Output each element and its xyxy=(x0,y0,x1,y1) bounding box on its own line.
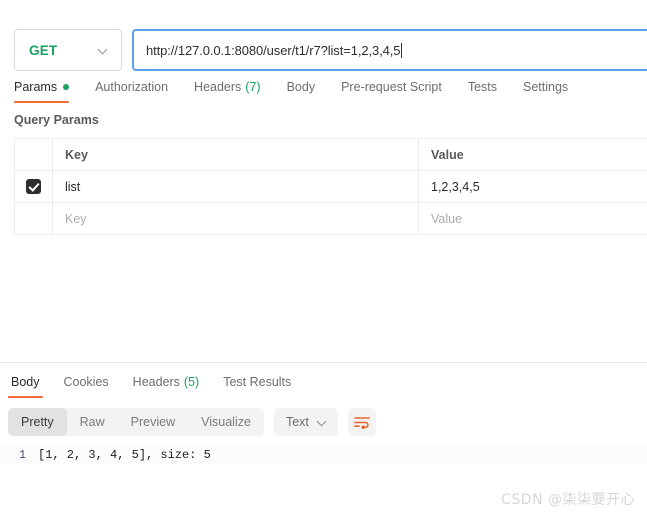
response-tab-test-results[interactable]: Test Results xyxy=(220,373,294,398)
response-tab-cookies[interactable]: Cookies xyxy=(61,373,112,398)
wrap-text-button[interactable] xyxy=(347,408,376,436)
response-format-toolbar: Pretty Raw Preview Visualize Text xyxy=(8,408,376,436)
query-params-table: Key Value list 1,2,3,4,5 Key Value xyxy=(14,138,647,235)
wrap-text-icon xyxy=(354,417,370,429)
tab-params[interactable]: Params xyxy=(14,78,70,103)
line-number: 1 xyxy=(19,448,26,462)
tab-headers-count: (7) xyxy=(245,80,261,94)
url-input[interactable]: http://127.0.0.1:8080/user/t1/r7?list=1,… xyxy=(132,29,647,71)
response-tab-headers[interactable]: Headers (5) xyxy=(130,373,203,398)
param-key-input-empty[interactable]: Key xyxy=(52,202,419,235)
param-enabled-checkbox[interactable] xyxy=(26,179,41,194)
tab-headers-label: Headers xyxy=(194,80,242,94)
tab-authorization[interactable]: Authorization xyxy=(95,78,168,103)
request-tabs: Params Authorization Headers (7) Body Pr… xyxy=(0,78,647,108)
tab-params-label: Params xyxy=(14,80,58,94)
tab-headers[interactable]: Headers (7) xyxy=(194,78,261,103)
table-row: Key Value xyxy=(14,202,647,235)
header-cell-checkbox xyxy=(14,138,53,171)
tab-tests-label: Tests xyxy=(467,80,497,94)
view-mode-raw[interactable]: Raw xyxy=(67,408,118,436)
response-tab-body-label: Body xyxy=(11,375,40,389)
params-modified-dot-icon xyxy=(63,84,70,90)
text-caret xyxy=(401,42,403,58)
response-body-line: 1 [1, 2, 3, 4, 5], size: 5 xyxy=(0,446,647,464)
url-input-value: http://127.0.0.1:8080/user/t1/r7?list=1,… xyxy=(146,42,401,58)
tab-tests[interactable]: Tests xyxy=(468,78,497,103)
response-tab-test-results-label: Test Results xyxy=(223,375,292,389)
http-method-select[interactable]: GET xyxy=(14,29,122,71)
tab-settings-label: Settings xyxy=(523,80,569,94)
response-tab-body[interactable]: Body xyxy=(8,373,43,398)
view-mode-preview[interactable]: Preview xyxy=(118,408,188,436)
query-params-title: Query Params xyxy=(14,113,99,127)
table-row: list 1,2,3,4,5 xyxy=(14,170,647,203)
response-body-text: [1, 2, 3, 4, 5], size: 5 xyxy=(38,448,211,462)
content-type-select[interactable]: Text xyxy=(273,408,338,436)
view-mode-visualize[interactable]: Visualize xyxy=(188,408,264,436)
view-mode-pretty[interactable]: Pretty xyxy=(8,408,67,436)
param-value-input-empty[interactable]: Value xyxy=(418,202,647,235)
tab-body[interactable]: Body xyxy=(287,78,316,103)
table-header-row: Key Value xyxy=(14,138,647,171)
response-divider xyxy=(0,362,647,363)
content-type-label: Text xyxy=(285,415,309,429)
response-tabs: Body Cookies Headers (5) Test Results xyxy=(0,373,647,401)
row-checkbox-cell-empty[interactable] xyxy=(14,202,53,235)
header-cell-key: Key xyxy=(52,138,419,171)
tab-authorization-label: Authorization xyxy=(95,80,169,94)
param-key-input[interactable]: list xyxy=(52,170,419,203)
header-cell-value: Value xyxy=(418,138,647,171)
row-checkbox-cell[interactable] xyxy=(14,170,53,203)
request-bar: GET http://127.0.0.1:8080/user/t1/r7?lis… xyxy=(0,0,647,78)
param-value-input[interactable]: 1,2,3,4,5 xyxy=(418,170,647,203)
tab-pre-request-script[interactable]: Pre-request Script xyxy=(341,78,442,103)
response-tab-headers-label: Headers xyxy=(132,375,180,389)
view-mode-group: Pretty Raw Preview Visualize xyxy=(8,408,264,436)
tab-settings[interactable]: Settings xyxy=(523,78,568,103)
tab-body-label: Body xyxy=(286,80,316,94)
chevron-down-icon xyxy=(99,45,109,55)
response-tab-cookies-label: Cookies xyxy=(63,375,109,389)
chevron-down-icon xyxy=(318,417,328,427)
http-method-label: GET xyxy=(29,42,58,58)
response-tab-headers-count: (5) xyxy=(183,375,200,389)
watermark: CSDN @柒柒要开心 xyxy=(501,492,635,508)
tab-pre-request-script-label: Pre-request Script xyxy=(341,80,442,94)
